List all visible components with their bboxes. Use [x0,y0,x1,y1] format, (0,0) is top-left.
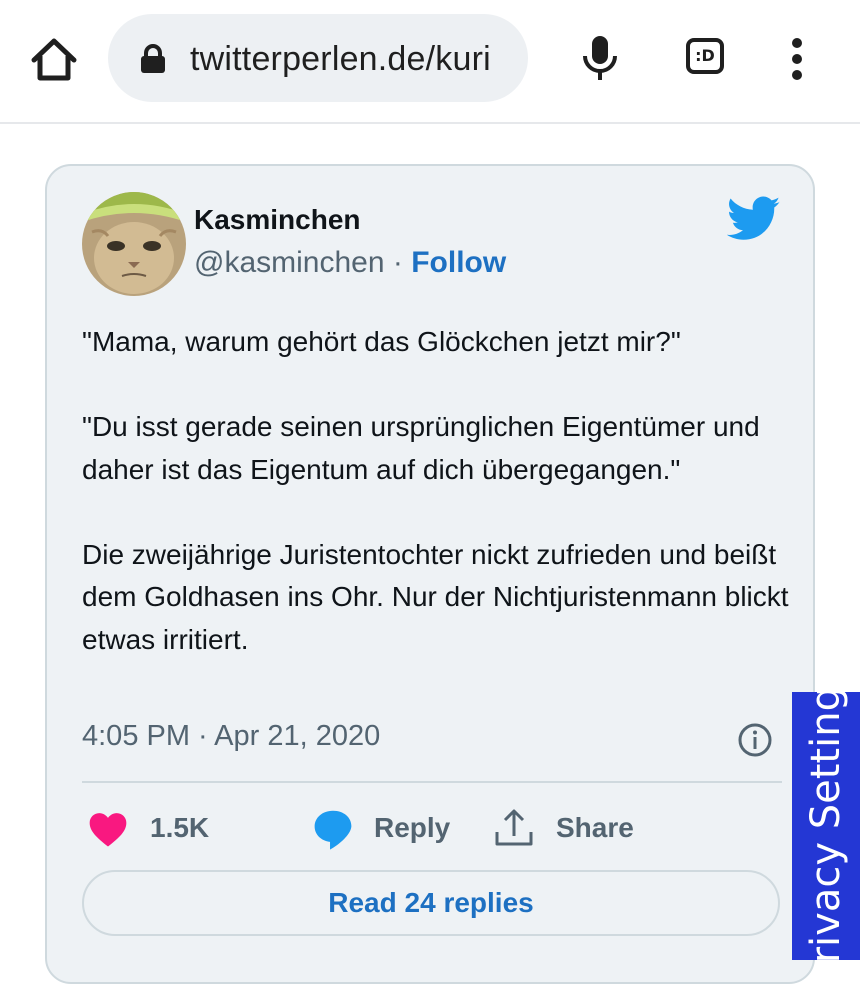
tweet-actions: 1.5K Reply Share [82,806,782,856]
tweet-timestamp[interactable]: 4:05 PM · Apr 21, 2020 [82,720,380,753]
tweet-paragraph: Die zweijährige Juristentochter nickt zu… [82,538,789,655]
info-icon[interactable] [737,722,773,758]
tweet-body: "Mama, warum gehört das Glöckchen jetzt … [82,321,792,704]
privacy-settings-tab[interactable]: Privacy Settings [792,692,860,960]
address-bar[interactable]: twitterperlen.de/kuri [108,14,528,102]
tab-switcher-button[interactable]: :D [686,38,730,80]
home-icon [31,38,77,81]
home-button[interactable] [28,36,80,84]
follow-link[interactable]: Follow [411,246,506,279]
handle-separator: · [392,246,403,279]
reply-bubble-icon [314,810,352,850]
reply-button[interactable]: Reply [310,806,460,856]
reply-label: Reply [374,812,451,843]
voice-search-button[interactable] [580,34,620,84]
url-text[interactable]: twitterperlen.de/kuri [190,40,491,79]
more-menu-button[interactable] [786,38,808,84]
lock-icon [141,44,165,73]
like-count: 1.5K [150,812,210,843]
microphone-icon [583,36,617,80]
like-button[interactable]: 1.5K [82,806,222,856]
divider [82,781,782,783]
privacy-settings-label: Privacy Settings [803,692,849,960]
author-name[interactable]: Kasminchen [194,204,361,236]
tab-switcher-label: :D [695,46,715,65]
more-vert-icon [786,38,808,80]
read-replies-button[interactable]: Read 24 replies [82,870,780,936]
share-icon [495,809,533,846]
heart-icon [89,813,127,847]
tweet-paragraph: "Du isst gerade seinen ursprünglichen Ei… [82,411,760,485]
avatar[interactable] [82,192,186,296]
browser-toolbar: twitterperlen.de/kuri :D [0,0,860,124]
share-button[interactable]: Share [492,806,652,856]
tweet-card: Kasminchen @kasminchen · Follow "Mama, w… [45,164,815,984]
author-handle[interactable]: @kasminchen [194,246,385,279]
twitter-bird-icon[interactable] [727,196,781,242]
tweet-paragraph: "Mama, warum gehört das Glöckchen jetzt … [82,326,681,357]
share-label: Share [556,812,634,843]
author-handle-row: @kasminchen · Follow [194,246,506,280]
